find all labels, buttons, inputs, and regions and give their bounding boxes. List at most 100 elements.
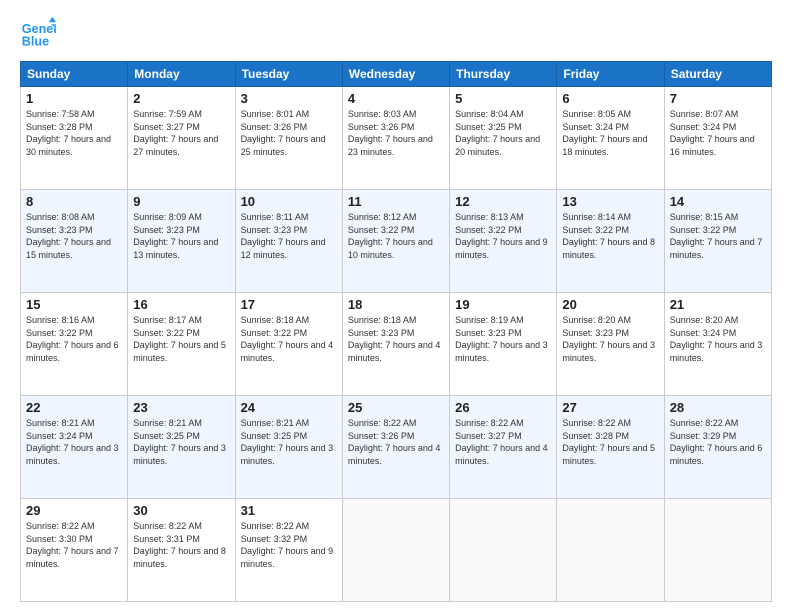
day-info: Sunrise: 7:58 AMSunset: 3:28 PMDaylight:… <box>26 108 122 158</box>
header: General Blue <box>20 15 772 51</box>
day-number: 18 <box>348 297 444 312</box>
day-cell-7: 7 Sunrise: 8:07 AMSunset: 3:24 PMDayligh… <box>664 87 771 190</box>
day-number: 10 <box>241 194 337 209</box>
day-cell-30: 30 Sunrise: 8:22 AMSunset: 3:31 PMDaylig… <box>128 499 235 602</box>
day-number: 15 <box>26 297 122 312</box>
day-info: Sunrise: 8:19 AMSunset: 3:23 PMDaylight:… <box>455 314 551 364</box>
week-row-4: 22 Sunrise: 8:21 AMSunset: 3:24 PMDaylig… <box>21 396 772 499</box>
day-number: 5 <box>455 91 551 106</box>
week-row-1: 1 Sunrise: 7:58 AMSunset: 3:28 PMDayligh… <box>21 87 772 190</box>
day-number: 25 <box>348 400 444 415</box>
day-number: 9 <box>133 194 229 209</box>
calendar: Sunday Monday Tuesday Wednesday Thursday… <box>20 61 772 602</box>
day-number: 26 <box>455 400 551 415</box>
day-info: Sunrise: 8:04 AMSunset: 3:25 PMDaylight:… <box>455 108 551 158</box>
header-tuesday: Tuesday <box>235 62 342 87</box>
day-info: Sunrise: 8:20 AMSunset: 3:23 PMDaylight:… <box>562 314 658 364</box>
day-cell-13: 13 Sunrise: 8:14 AMSunset: 3:22 PMDaylig… <box>557 190 664 293</box>
day-number: 6 <box>562 91 658 106</box>
header-saturday: Saturday <box>664 62 771 87</box>
day-number: 22 <box>26 400 122 415</box>
day-cell-25: 25 Sunrise: 8:22 AMSunset: 3:26 PMDaylig… <box>342 396 449 499</box>
day-cell-12: 12 Sunrise: 8:13 AMSunset: 3:22 PMDaylig… <box>450 190 557 293</box>
day-info: Sunrise: 8:22 AMSunset: 3:26 PMDaylight:… <box>348 417 444 467</box>
day-number: 14 <box>670 194 766 209</box>
day-number: 30 <box>133 503 229 518</box>
day-info: Sunrise: 8:11 AMSunset: 3:23 PMDaylight:… <box>241 211 337 261</box>
day-info: Sunrise: 8:03 AMSunset: 3:26 PMDaylight:… <box>348 108 444 158</box>
day-number: 29 <box>26 503 122 518</box>
day-cell-23: 23 Sunrise: 8:21 AMSunset: 3:25 PMDaylig… <box>128 396 235 499</box>
day-cell-20: 20 Sunrise: 8:20 AMSunset: 3:23 PMDaylig… <box>557 293 664 396</box>
day-cell-21: 21 Sunrise: 8:20 AMSunset: 3:24 PMDaylig… <box>664 293 771 396</box>
day-cell-29: 29 Sunrise: 8:22 AMSunset: 3:30 PMDaylig… <box>21 499 128 602</box>
day-info: Sunrise: 8:05 AMSunset: 3:24 PMDaylight:… <box>562 108 658 158</box>
day-cell-1: 1 Sunrise: 7:58 AMSunset: 3:28 PMDayligh… <box>21 87 128 190</box>
day-number: 31 <box>241 503 337 518</box>
day-info: Sunrise: 8:09 AMSunset: 3:23 PMDaylight:… <box>133 211 229 261</box>
day-cell-26: 26 Sunrise: 8:22 AMSunset: 3:27 PMDaylig… <box>450 396 557 499</box>
day-info: Sunrise: 8:22 AMSunset: 3:29 PMDaylight:… <box>670 417 766 467</box>
day-info: Sunrise: 7:59 AMSunset: 3:27 PMDaylight:… <box>133 108 229 158</box>
day-number: 28 <box>670 400 766 415</box>
day-cell-14: 14 Sunrise: 8:15 AMSunset: 3:22 PMDaylig… <box>664 190 771 293</box>
day-cell-8: 8 Sunrise: 8:08 AMSunset: 3:23 PMDayligh… <box>21 190 128 293</box>
day-cell-empty <box>450 499 557 602</box>
day-cell-6: 6 Sunrise: 8:05 AMSunset: 3:24 PMDayligh… <box>557 87 664 190</box>
day-info: Sunrise: 8:22 AMSunset: 3:31 PMDaylight:… <box>133 520 229 570</box>
day-cell-4: 4 Sunrise: 8:03 AMSunset: 3:26 PMDayligh… <box>342 87 449 190</box>
day-number: 21 <box>670 297 766 312</box>
day-number: 7 <box>670 91 766 106</box>
day-cell-empty <box>557 499 664 602</box>
day-cell-15: 15 Sunrise: 8:16 AMSunset: 3:22 PMDaylig… <box>21 293 128 396</box>
day-cell-3: 3 Sunrise: 8:01 AMSunset: 3:26 PMDayligh… <box>235 87 342 190</box>
svg-text:Blue: Blue <box>22 35 49 49</box>
day-number: 3 <box>241 91 337 106</box>
day-number: 23 <box>133 400 229 415</box>
week-row-5: 29 Sunrise: 8:22 AMSunset: 3:30 PMDaylig… <box>21 499 772 602</box>
day-number: 16 <box>133 297 229 312</box>
day-info: Sunrise: 8:18 AMSunset: 3:22 PMDaylight:… <box>241 314 337 364</box>
day-cell-16: 16 Sunrise: 8:17 AMSunset: 3:22 PMDaylig… <box>128 293 235 396</box>
week-row-3: 15 Sunrise: 8:16 AMSunset: 3:22 PMDaylig… <box>21 293 772 396</box>
day-info: Sunrise: 8:21 AMSunset: 3:24 PMDaylight:… <box>26 417 122 467</box>
day-cell-empty <box>342 499 449 602</box>
day-cell-22: 22 Sunrise: 8:21 AMSunset: 3:24 PMDaylig… <box>21 396 128 499</box>
day-number: 24 <box>241 400 337 415</box>
day-info: Sunrise: 8:22 AMSunset: 3:32 PMDaylight:… <box>241 520 337 570</box>
day-cell-27: 27 Sunrise: 8:22 AMSunset: 3:28 PMDaylig… <box>557 396 664 499</box>
day-cell-31: 31 Sunrise: 8:22 AMSunset: 3:32 PMDaylig… <box>235 499 342 602</box>
day-info: Sunrise: 8:21 AMSunset: 3:25 PMDaylight:… <box>241 417 337 467</box>
day-info: Sunrise: 8:17 AMSunset: 3:22 PMDaylight:… <box>133 314 229 364</box>
day-cell-empty <box>664 499 771 602</box>
day-number: 17 <box>241 297 337 312</box>
day-cell-17: 17 Sunrise: 8:18 AMSunset: 3:22 PMDaylig… <box>235 293 342 396</box>
day-number: 12 <box>455 194 551 209</box>
header-monday: Monday <box>128 62 235 87</box>
day-info: Sunrise: 8:22 AMSunset: 3:28 PMDaylight:… <box>562 417 658 467</box>
day-info: Sunrise: 8:07 AMSunset: 3:24 PMDaylight:… <box>670 108 766 158</box>
day-cell-24: 24 Sunrise: 8:21 AMSunset: 3:25 PMDaylig… <box>235 396 342 499</box>
weekday-header-row: Sunday Monday Tuesday Wednesday Thursday… <box>21 62 772 87</box>
day-cell-5: 5 Sunrise: 8:04 AMSunset: 3:25 PMDayligh… <box>450 87 557 190</box>
day-info: Sunrise: 8:08 AMSunset: 3:23 PMDaylight:… <box>26 211 122 261</box>
day-info: Sunrise: 8:21 AMSunset: 3:25 PMDaylight:… <box>133 417 229 467</box>
week-row-2: 8 Sunrise: 8:08 AMSunset: 3:23 PMDayligh… <box>21 190 772 293</box>
day-number: 20 <box>562 297 658 312</box>
day-info: Sunrise: 8:16 AMSunset: 3:22 PMDaylight:… <box>26 314 122 364</box>
day-number: 27 <box>562 400 658 415</box>
day-info: Sunrise: 8:22 AMSunset: 3:30 PMDaylight:… <box>26 520 122 570</box>
day-number: 4 <box>348 91 444 106</box>
day-number: 2 <box>133 91 229 106</box>
day-number: 8 <box>26 194 122 209</box>
day-info: Sunrise: 8:22 AMSunset: 3:27 PMDaylight:… <box>455 417 551 467</box>
day-cell-9: 9 Sunrise: 8:09 AMSunset: 3:23 PMDayligh… <box>128 190 235 293</box>
day-info: Sunrise: 8:12 AMSunset: 3:22 PMDaylight:… <box>348 211 444 261</box>
day-cell-11: 11 Sunrise: 8:12 AMSunset: 3:22 PMDaylig… <box>342 190 449 293</box>
day-info: Sunrise: 8:20 AMSunset: 3:24 PMDaylight:… <box>670 314 766 364</box>
header-sunday: Sunday <box>21 62 128 87</box>
day-info: Sunrise: 8:14 AMSunset: 3:22 PMDaylight:… <box>562 211 658 261</box>
day-number: 19 <box>455 297 551 312</box>
header-wednesday: Wednesday <box>342 62 449 87</box>
day-info: Sunrise: 8:18 AMSunset: 3:23 PMDaylight:… <box>348 314 444 364</box>
